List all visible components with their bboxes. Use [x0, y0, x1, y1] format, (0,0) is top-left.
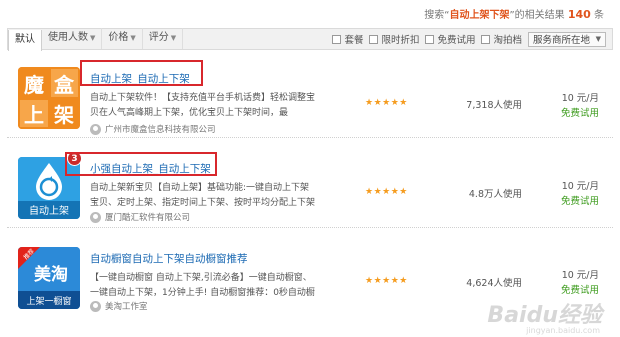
vendor[interactable]: 广州市魔盒信息科技有限公司 — [90, 123, 216, 135]
annotation-highlight-box — [80, 60, 203, 86]
summary-prefix: 搜索“ — [424, 10, 450, 21]
user-count: 4.8万人使用 — [468, 189, 522, 200]
vendor-name: 广州市魔盒信息科技有限公司 — [105, 125, 216, 135]
baidu-watermark: Baidu经验 — [487, 303, 602, 328]
vendor-name: 美淘工作室 — [105, 302, 148, 312]
checkbox-partner[interactable]: 淘拍档 — [481, 32, 522, 46]
result-description: 【一键自动橱窗 自动上下架,引流必备】一键自动橱窗、一键自动上下架，1分钟上手!… — [90, 273, 315, 298]
tab-rating[interactable]: 评分 ▼ — [143, 27, 184, 49]
checkbox-icon[interactable] — [481, 34, 491, 44]
result-count: 140 — [567, 8, 591, 21]
price: 10 元/月 — [561, 270, 599, 281]
checkbox-icon[interactable] — [332, 34, 342, 44]
chevron-down-icon: ▼ — [595, 35, 601, 43]
search-summary: 搜索“自动上架下架”的相关结果 140 条 — [424, 6, 604, 21]
user-count: 7,318人使用 — [466, 100, 522, 111]
vendor[interactable]: 美淘工作室 — [90, 300, 148, 312]
sort-arrow-icon: ▼ — [130, 33, 136, 42]
free-trial-link[interactable]: 免费试用 — [529, 283, 599, 298]
list-item: 魔 盒 上 架 自动上架_自动上下架 自动上下架软件！【支持充值平台手机话费】轻… — [7, 56, 613, 138]
price-block: 10 元/月 免费试用 — [529, 268, 599, 298]
price-block: 10 元/月 免费试用 — [529, 179, 599, 209]
filter-bar: 默认 使用人数 ▼ 价格 ▼ 评分 ▼ 套餐 限时折扣 免费试用 淘拍档 服务商所在地… — [7, 27, 613, 51]
logo-char-4: 架 — [54, 103, 74, 127]
result-description: 自动上架新宝贝【自动上架】基础功能:一键自动上下架宝贝、定时上架、指定时间上下架… — [90, 183, 316, 208]
sort-arrow-icon: ▼ — [90, 33, 96, 42]
tab-label: 评分 — [148, 31, 169, 43]
checkbox-label: 免费试用 — [437, 35, 476, 46]
checkbox-free-trial[interactable]: 免费试用 — [425, 32, 475, 46]
checkbox-label: 淘拍档 — [493, 35, 522, 46]
checkbox-discount[interactable]: 限时折扣 — [369, 32, 419, 46]
logo-title: 美淘 — [34, 264, 68, 285]
summary-keyword: 自动上架下架 — [449, 10, 510, 21]
tab-label: 使用人数 — [48, 31, 88, 43]
logo-char-1: 魔 — [24, 73, 44, 97]
logo-caption: 自动上架 — [29, 204, 69, 217]
free-trial-link[interactable]: 免费试用 — [529, 106, 599, 121]
app-logo[interactable]: 推荐 美淘 上架一橱窗 — [18, 247, 80, 309]
rating-stars: ★★★★★ — [365, 276, 408, 286]
rating-stars: ★★★★★ — [365, 187, 408, 197]
filter-checkboxes: 套餐 限时折扣 免费试用 淘拍档 服务商所在地 ▼ — [332, 31, 612, 47]
dropdown-label: 服务商所在地 — [533, 35, 591, 46]
mohe-logo-icon: 魔 盒 上 架 — [18, 67, 80, 129]
price: 10 元/月 — [561, 93, 599, 104]
vendor-icon — [90, 123, 101, 135]
sort-arrow-icon: ▼ — [170, 33, 177, 42]
tab-price[interactable]: 价格 ▼ — [102, 27, 143, 49]
rating-stars: ★★★★★ — [365, 98, 408, 108]
location-dropdown[interactable]: 服务商所在地 ▼ — [528, 31, 606, 47]
user-count: 4,624人使用 — [466, 278, 522, 289]
result-title-link[interactable]: 自动橱窗自动上下架自动橱窗推荐 — [90, 251, 248, 266]
logo-caption: 上架一橱窗 — [26, 295, 71, 307]
meitao-logo-icon: 推荐 美淘 上架一橱窗 — [18, 247, 80, 309]
price: 10 元/月 — [561, 181, 599, 192]
sort-tabs: 默认 使用人数 ▼ 价格 ▼ 评分 ▼ — [8, 27, 184, 51]
checkbox-label: 限时折扣 — [381, 35, 420, 46]
annotation-highlight-box — [65, 152, 217, 176]
vendor[interactable]: 厦门酷汇软件有限公司 — [90, 211, 190, 223]
checkbox-package[interactable]: 套餐 — [332, 32, 363, 46]
tab-label: 价格 — [108, 31, 129, 43]
vendor-icon — [90, 300, 101, 312]
free-trial-link[interactable]: 免费试用 — [529, 194, 599, 209]
logo-char-2: 盒 — [53, 73, 75, 97]
watermark-url: jingyan.baidu.com — [526, 326, 600, 335]
checkbox-icon[interactable] — [369, 34, 379, 44]
logo-char-3: 上 — [24, 103, 44, 127]
result-description: 自动上下架软件！【支持充值平台手机话费】轻松调整宝贝在人气高峰期上下架，优化宝贝… — [90, 93, 316, 118]
checkbox-label: 套餐 — [344, 35, 364, 46]
summary-middle: ”的相关结果 — [509, 10, 565, 21]
vendor-name: 厦门酷汇软件有限公司 — [105, 213, 191, 223]
tab-default[interactable]: 默认 — [8, 29, 42, 51]
tab-label: 默认 — [15, 33, 35, 45]
tab-user-count[interactable]: 使用人数 ▼ — [42, 27, 103, 49]
list-item: 自动上架 3 小强自动上架_自动上下架 自动上架新宝贝【自动上架】基础功能:一键… — [7, 146, 613, 228]
app-logo[interactable]: 魔 盒 上 架 — [18, 67, 80, 129]
price-block: 10 元/月 免费试用 — [529, 91, 599, 121]
vendor-icon — [90, 211, 101, 223]
checkbox-icon[interactable] — [425, 34, 435, 44]
summary-suffix: 条 — [594, 10, 604, 21]
